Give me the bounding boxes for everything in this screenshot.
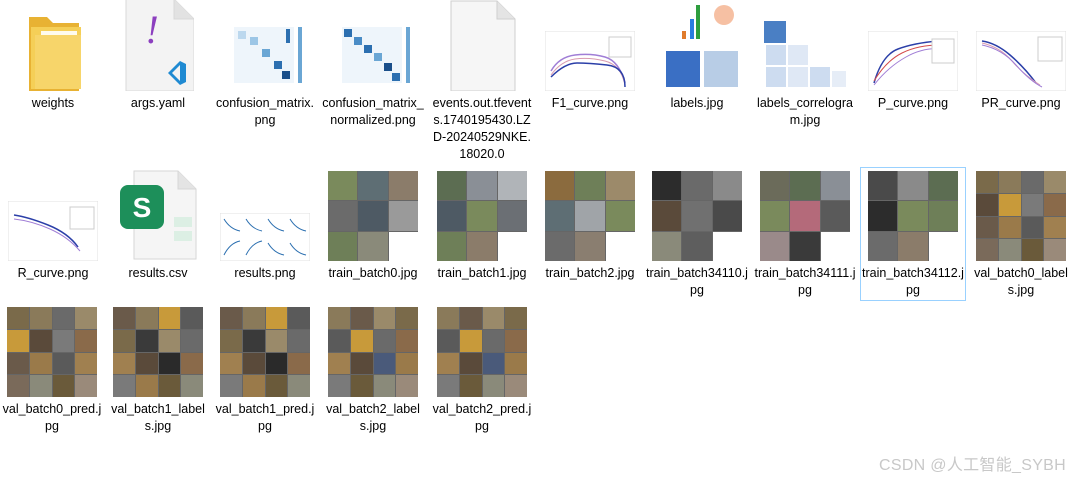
file-item-pr-curve[interactable]: PR_curve.png: [969, 0, 1072, 160]
image-thumbnail: [328, 1, 418, 91]
image-thumbnail: [437, 307, 527, 397]
image-thumbnail: [545, 1, 635, 91]
file-name: val_batch2_labels.jpg: [326, 402, 420, 433]
file-item-val-batch0-pred[interactable]: val_batch0_pred.jpg: [0, 306, 104, 436]
file-item-train-batch34110[interactable]: train_batch34110.jpg: [645, 170, 749, 300]
image-thumbnail: [760, 171, 850, 261]
file-item-args-yaml[interactable]: ! args.yaml: [108, 0, 208, 160]
file-name: R_curve.png: [17, 266, 89, 280]
image-thumbnail: [760, 1, 850, 91]
image-thumbnail: [437, 171, 527, 261]
file-item-train-batch1[interactable]: train_batch1.jpg: [430, 170, 534, 300]
image-thumbnail: [868, 171, 958, 261]
file-name: train_batch34111.jpg: [754, 266, 856, 297]
file-item-val-batch1-labels[interactable]: val_batch1_labels.jpg: [106, 306, 210, 436]
file-name: train_batch0.jpg: [328, 266, 418, 280]
file-name: val_batch2_pred.jpg: [432, 402, 532, 433]
file-item-labels-correlogram[interactable]: labels_correlogram.jpg: [753, 0, 857, 160]
blank-file-icon: [437, 0, 527, 91]
csv-file-icon: S: [113, 170, 203, 261]
file-item-val-batch1-pred[interactable]: val_batch1_pred.jpg: [213, 306, 317, 436]
folder-icon: [8, 1, 98, 91]
file-name: train_batch34110.jpg: [646, 266, 748, 297]
file-name: results.csv: [128, 266, 188, 280]
file-name: F1_curve.png: [551, 96, 629, 110]
file-name: P_curve.png: [877, 96, 949, 110]
yaml-file-icon: !: [113, 0, 203, 91]
watermark: CSDN @人工智能_SYBH: [879, 457, 1066, 474]
file-name: labels_correlogram.jpg: [757, 96, 853, 127]
file-name: train_batch1.jpg: [437, 266, 527, 280]
file-name: train_batch2.jpg: [545, 266, 635, 280]
image-thumbnail: [113, 307, 203, 397]
file-item-val-batch2-labels[interactable]: val_batch2_labels.jpg: [321, 306, 425, 436]
image-thumbnail: [652, 171, 742, 261]
file-item-tfevents[interactable]: events.out.tfevents.1740195430.LZD-20240…: [430, 0, 534, 170]
file-item-labels[interactable]: labels.jpg: [645, 0, 749, 160]
image-thumbnail: [868, 1, 958, 91]
file-item-train-batch34111[interactable]: train_batch34111.jpg: [753, 170, 857, 300]
file-item-r-curve[interactable]: R_curve.png: [3, 170, 103, 300]
file-name: labels.jpg: [670, 96, 724, 110]
file-name: results.png: [234, 266, 296, 280]
file-name: events.out.tfevents.1740195430.LZD-20240…: [432, 96, 532, 161]
file-name: confusion_matrix.png: [216, 96, 314, 127]
image-thumbnail: [545, 171, 635, 261]
file-item-train-batch0[interactable]: train_batch0.jpg: [321, 170, 425, 300]
file-name: val_batch1_labels.jpg: [111, 402, 205, 433]
image-thumbnail: [652, 1, 742, 91]
svg-text:S: S: [133, 192, 152, 223]
file-item-train-batch2[interactable]: train_batch2.jpg: [538, 170, 642, 300]
file-name: train_batch34112.jpg: [862, 266, 964, 297]
image-thumbnail: [976, 1, 1066, 91]
image-thumbnail: [328, 171, 418, 261]
file-name: PR_curve.png: [981, 96, 1061, 110]
svg-text:!: !: [145, 7, 158, 52]
image-thumbnail: [220, 1, 310, 91]
file-item-train-batch34112[interactable]: train_batch34112.jpg: [860, 167, 966, 301]
file-name: weights: [31, 96, 75, 110]
file-name: val_batch1_pred.jpg: [215, 402, 315, 433]
file-name: val_batch0_pred.jpg: [2, 402, 102, 433]
file-item-confusion-matrix[interactable]: confusion_matrix.png: [213, 0, 317, 160]
file-item-results-csv[interactable]: S results.csv: [108, 170, 208, 300]
image-thumbnail: [328, 307, 418, 397]
image-thumbnail: [220, 307, 310, 397]
file-item-p-curve[interactable]: P_curve.png: [861, 0, 965, 160]
file-item-results-png[interactable]: results.png: [213, 170, 317, 300]
file-item-weights[interactable]: weights: [3, 0, 103, 160]
file-item-val-batch2-pred[interactable]: val_batch2_pred.jpg: [430, 306, 534, 436]
image-thumbnail: [8, 171, 98, 261]
file-item-f1-curve[interactable]: F1_curve.png: [538, 0, 642, 160]
file-item-confusion-matrix-normalized[interactable]: confusion_matrix_normalized.png: [321, 0, 425, 160]
image-thumbnail: [220, 171, 310, 261]
file-item-val-batch0-labels[interactable]: val_batch0_labels.jpg: [969, 170, 1072, 300]
image-thumbnail: [7, 307, 97, 397]
file-name: confusion_matrix_normalized.png: [322, 96, 424, 127]
image-thumbnail: [976, 171, 1066, 261]
file-name: val_batch0_labels.jpg: [974, 266, 1068, 297]
file-name: args.yaml: [130, 96, 186, 110]
